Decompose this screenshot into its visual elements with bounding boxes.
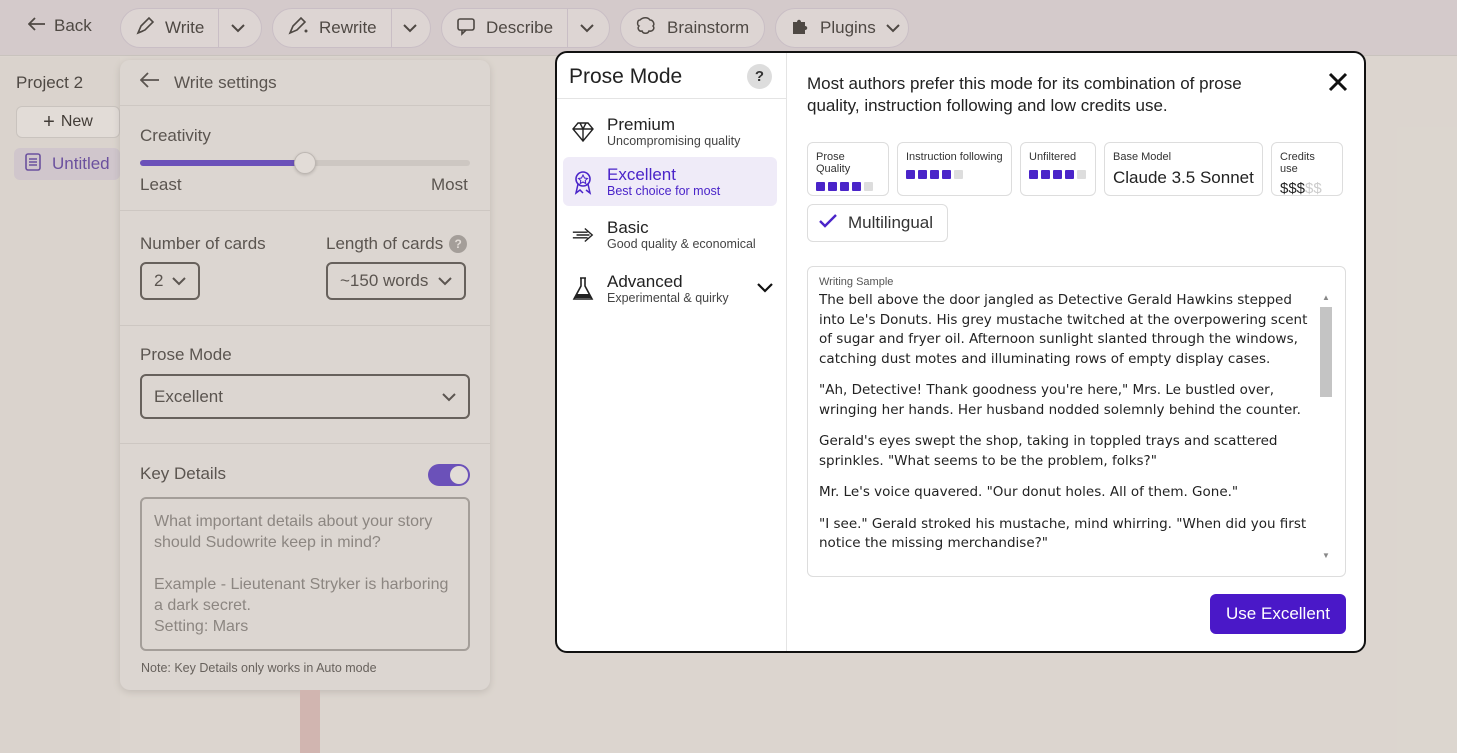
mode-item-excellent[interactable]: Excellent Best choice for most (563, 157, 777, 206)
rating-segment (828, 182, 837, 191)
close-icon[interactable] (1328, 71, 1348, 95)
rating-segment (1029, 170, 1038, 179)
diamond-icon (571, 120, 595, 144)
rating-segment (930, 170, 939, 179)
mode-subtitle: Good quality & economical (607, 236, 756, 251)
mode-name: Excellent (607, 164, 676, 184)
mode-item-basic[interactable]: Basic Good quality & economical (563, 210, 777, 259)
prose-mode-dialog: Prose Mode ? Premium Uncompromising qual… (555, 51, 1366, 653)
mode-list-panel: Prose Mode ? Premium Uncompromising qual… (557, 53, 787, 651)
instruction-following-stat: Instruction following (897, 142, 1012, 196)
instruction-following-rating (906, 170, 1003, 179)
fast-arrow-icon (571, 223, 595, 247)
unfiltered-rating (1029, 170, 1087, 179)
sample-paragraph: The bell above the door jangled as Detec… (819, 292, 1308, 367)
writing-sample-label: Writing Sample (819, 276, 894, 288)
mode-item-premium[interactable]: Premium Uncompromising quality (563, 107, 777, 156)
unfiltered-stat: Unfiltered (1020, 142, 1096, 196)
scrollbar[interactable]: ▲ ▼ (1320, 293, 1332, 563)
sample-paragraph: "Ah, Detective! Thank goodness you're he… (819, 382, 1301, 418)
flask-icon (571, 276, 595, 301)
mode-description: Most authors prefer this mode for its co… (807, 74, 1242, 115)
award-ribbon-icon (571, 170, 595, 195)
rating-segment (852, 182, 861, 191)
writing-sample-box[interactable]: Writing Sample The bell above the door j… (807, 266, 1346, 577)
mode-detail-panel: Most authors prefer this mode for its co… (788, 53, 1364, 651)
dialog-title: Prose Mode (569, 65, 683, 88)
rating-segment (864, 182, 873, 191)
prose-quality-rating (816, 182, 880, 191)
multilingual-label: Multilingual (848, 213, 934, 232)
credits-off: $$ (1305, 180, 1322, 197)
rating-segment (918, 170, 927, 179)
credits-rating: $$$$$ (1280, 180, 1334, 197)
scroll-down-icon[interactable]: ▼ (1322, 551, 1330, 560)
stat-label: Prose Quality (816, 151, 851, 175)
use-mode-button[interactable]: Use Excellent (1210, 594, 1346, 634)
scroll-up-icon[interactable]: ▲ (1322, 293, 1330, 302)
rating-segment (954, 170, 963, 179)
sample-paragraph: "I see." Gerald stroked his mustache, mi… (819, 515, 1307, 552)
credits-use-stat: Credits use $$$$$ (1271, 142, 1343, 197)
help-button[interactable]: ? (747, 64, 772, 89)
mode-name: Basic (607, 217, 649, 237)
sample-paragraph: Mr. Le's voice quavered. "Our donut hole… (819, 484, 1239, 500)
mode-name: Premium (607, 114, 676, 134)
checkmark-icon (818, 213, 838, 234)
chevron-down-icon[interactable] (757, 280, 773, 298)
mode-subtitle: Experimental & quirky (607, 290, 729, 305)
rating-segment (1077, 170, 1086, 179)
rating-segment (816, 182, 825, 191)
credits-on: $$$ (1280, 180, 1306, 197)
stat-label: Instruction following (906, 151, 1003, 163)
mode-subtitle: Best choice for most (607, 183, 721, 198)
rating-segment (906, 170, 915, 179)
rating-segment (1065, 170, 1074, 179)
rating-segment (942, 170, 951, 179)
mode-name: Advanced (607, 271, 683, 291)
base-model-value: Claude 3.5 Sonnet (1113, 168, 1254, 187)
scrollbar-thumb[interactable] (1320, 307, 1332, 397)
stat-label: Unfiltered (1029, 151, 1077, 163)
writing-sample-text: The bell above the door jangled as Detec… (819, 291, 1314, 569)
prose-quality-stat: Prose Quality (807, 142, 889, 196)
multilingual-badge: Multilingual (807, 204, 948, 242)
stat-label: Base Model (1113, 151, 1172, 163)
divider (557, 98, 787, 99)
stat-label: Credits use (1280, 151, 1315, 175)
mode-subtitle: Uncompromising quality (607, 133, 741, 148)
sample-paragraph: Gerald's eyes swept the shop, taking in … (819, 433, 1278, 469)
mode-item-advanced[interactable]: Advanced Experimental & quirky (563, 264, 777, 313)
rating-segment (1041, 170, 1050, 179)
rating-segment (840, 182, 849, 191)
rating-segment (1053, 170, 1062, 179)
base-model-stat: Base Model Claude 3.5 Sonnet (1104, 142, 1263, 196)
